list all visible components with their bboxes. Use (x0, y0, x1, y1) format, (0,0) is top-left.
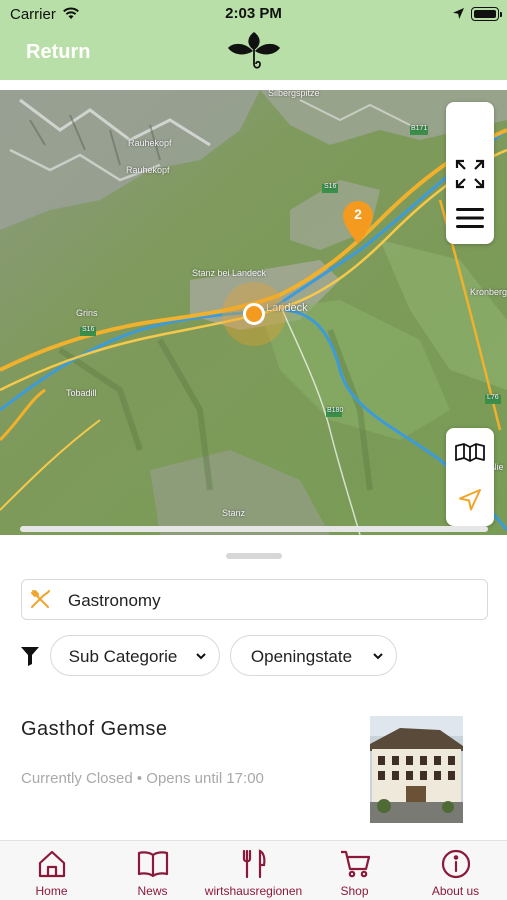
map-style-button[interactable] (446, 430, 494, 478)
navigation-bar: Return (0, 28, 507, 80)
tab-bar: Home News wirtshausregionen Shop About u… (0, 840, 507, 900)
tab-home[interactable]: Home (1, 841, 102, 900)
status-bar: Carrier 2:03 PM (0, 0, 507, 28)
map-label: Grins (76, 308, 98, 318)
layers-menu-button[interactable] (446, 196, 494, 244)
result-status: Currently Closed • Opens until 17:00 (21, 770, 264, 787)
locate-me-button[interactable] (446, 478, 494, 526)
tab-label: About us (431, 884, 480, 898)
sub-category-dropdown[interactable]: Sub Categorie (50, 635, 220, 676)
info-icon (405, 849, 506, 881)
map-label: Silbergspitze (268, 90, 320, 98)
fullscreen-icon (455, 159, 485, 194)
road-label: B171 (411, 125, 428, 132)
battery-icon (471, 7, 502, 21)
sub-category-label: Sub Categorie (68, 647, 178, 666)
chevron-down-icon (372, 649, 384, 667)
tab-shop[interactable]: Shop (304, 841, 405, 900)
map-scrollbar (20, 526, 488, 532)
tab-about-us[interactable]: About us (405, 841, 506, 900)
cluster-count: 2 (354, 206, 362, 222)
clock-label: 2:03 PM (225, 5, 282, 22)
tab-wirtshausregionen[interactable]: wirtshausregionen (203, 841, 304, 900)
map-label: Stanz bei Landeck (192, 268, 267, 278)
road-label: L76 (487, 394, 499, 401)
category-selector[interactable]: Gastronomy (21, 579, 488, 620)
map-label: Tobadill (66, 388, 97, 398)
road-label: B180 (327, 407, 344, 414)
map-label: Rauhekopf (126, 165, 170, 175)
nav-separator (0, 80, 507, 90)
road-label: S16 (324, 183, 337, 190)
map-label: Rauhekopf (128, 138, 172, 148)
cart-icon (304, 849, 405, 881)
tab-news[interactable]: News (102, 841, 203, 900)
tab-label: Home (35, 884, 68, 898)
tab-label: wirtshausregionen (204, 884, 303, 898)
location-arrow-icon (452, 7, 465, 25)
chevron-down-icon (195, 649, 207, 667)
menu-icon (455, 206, 485, 235)
tab-label: Shop (340, 884, 369, 898)
map-book-icon (454, 442, 486, 467)
fullscreen-button[interactable] (446, 152, 494, 200)
filter-icon[interactable] (20, 645, 40, 672)
leaf-logo-icon (226, 28, 282, 74)
opening-state-label: Openingstate (250, 647, 353, 666)
tab-label: News (137, 884, 168, 898)
map-controls-bottom (446, 428, 494, 526)
map-label: Stanz (222, 508, 246, 518)
user-location-marker (222, 282, 286, 346)
map-cluster-marker[interactable]: 2 (341, 200, 375, 244)
result-title[interactable]: Gasthof Gemse (21, 718, 168, 741)
bottom-sheet: Gastronomy Sub Categorie Openingstate Ga… (0, 535, 507, 840)
result-thumbnail[interactable] (370, 716, 463, 823)
opening-state-dropdown[interactable]: Openingstate (230, 635, 397, 676)
category-label: Gastronomy (68, 591, 161, 610)
home-icon (1, 849, 102, 881)
map-controls-top (446, 102, 494, 244)
sheet-grabber[interactable] (226, 553, 282, 559)
map-label: Kronberg (470, 287, 507, 297)
map-view[interactable]: Silbergspitze Rauhekopf Rauhekopf Stanz … (0, 90, 507, 535)
book-open-icon (102, 849, 203, 881)
return-button[interactable]: Return (26, 41, 90, 64)
fork-knife-icon (203, 849, 304, 881)
road-label: S16 (82, 326, 95, 333)
navigation-arrow-icon (457, 487, 483, 518)
fork-knife-icon (29, 588, 51, 615)
